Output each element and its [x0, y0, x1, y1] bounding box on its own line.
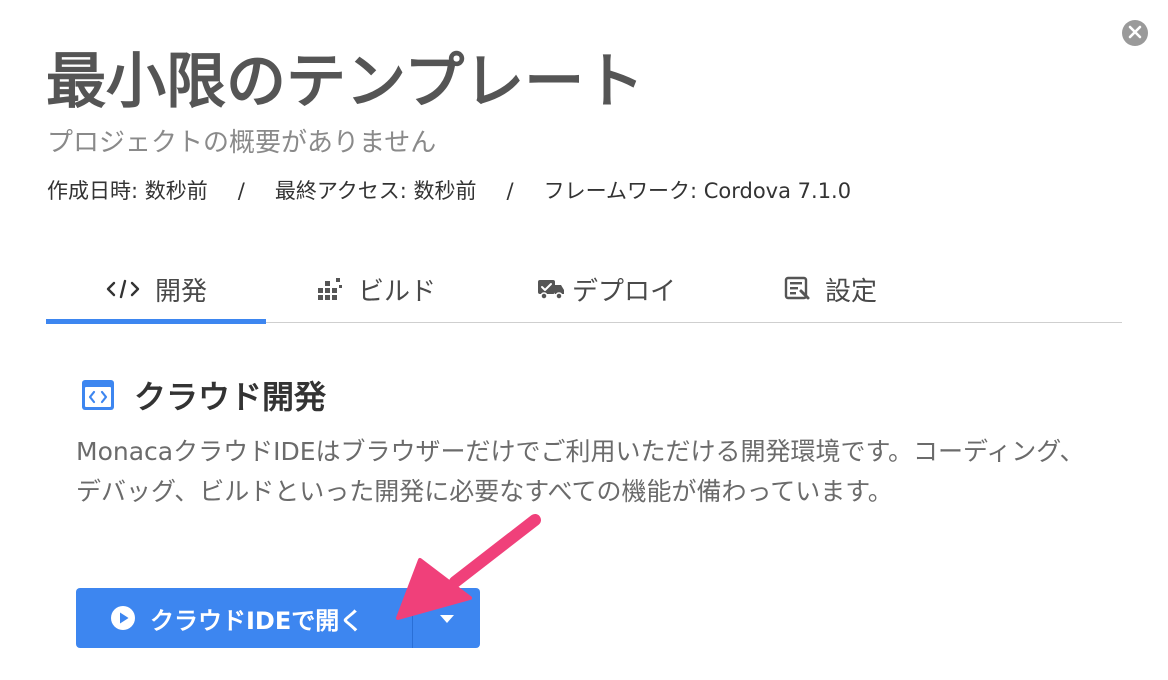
project-description: プロジェクトの概要がありません — [47, 128, 437, 158]
tab-bar: 開発 ビルド デプロイ 設定 — [46, 256, 1122, 324]
meta-separator: / — [237, 179, 245, 203]
last-access-time: 最終アクセス: 数秒前 — [274, 179, 477, 203]
open-cloud-ide-button[interactable]: クラウドIDEで開く — [76, 588, 412, 648]
tab-label: デプロイ — [571, 276, 676, 307]
delivery-truck-icon — [536, 276, 566, 302]
caret-down-icon — [439, 609, 455, 628]
settings-form-icon — [783, 275, 811, 303]
code-window-icon — [80, 377, 116, 413]
framework-version: フレームワーク: Cordova 7.1.0 — [543, 179, 852, 203]
open-options-dropdown-button[interactable] — [413, 588, 480, 648]
tab-develop[interactable]: 開発 — [46, 256, 266, 322]
project-dialog: 最小限のテンプレート プロジェクトの概要がありません 作成日時: 数秒前 / 最終ア… — [0, 0, 1168, 680]
close-button[interactable] — [1122, 20, 1148, 46]
meta-separator: / — [506, 179, 514, 203]
tab-label: 設定 — [824, 276, 877, 307]
tab-build[interactable]: ビルド — [296, 256, 456, 322]
open-ide-button-group: クラウドIDEで開く — [76, 588, 480, 648]
page-title: 最小限のテンプレート — [46, 47, 645, 117]
project-meta: 作成日時: 数秒前 / 最終アクセス: 数秒前 / フレームワーク: Cordova 7… — [47, 176, 851, 206]
tab-label: 開発 — [154, 276, 207, 307]
section-title: クラウド開発 — [134, 378, 327, 416]
tab-settings[interactable]: 設定 — [760, 256, 900, 322]
code-icon — [105, 277, 141, 301]
tab-label: ビルド — [357, 276, 436, 307]
created-time: 作成日時: 数秒前 — [47, 179, 208, 203]
tab-deploy[interactable]: デプロイ — [516, 256, 696, 322]
section-header: クラウド開発 — [80, 372, 326, 418]
close-icon — [1128, 24, 1142, 43]
build-blocks-icon — [316, 275, 344, 303]
open-cloud-ide-label: クラウドIDEで開く — [150, 606, 364, 635]
active-tab-indicator — [46, 319, 266, 324]
section-description: MonacaクラウドIDEはブラウザーだけでご利用いただける開発環境です。コーデ… — [76, 437, 1085, 506]
play-circle-icon — [110, 605, 136, 631]
